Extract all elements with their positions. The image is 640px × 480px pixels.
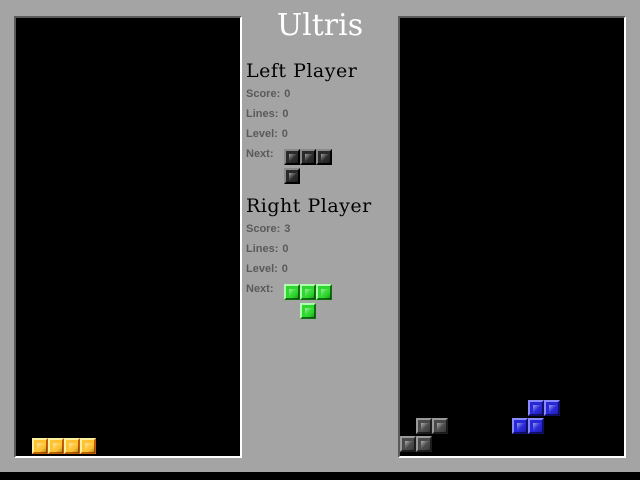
left-level: Level: 0	[246, 128, 288, 140]
left-next-block	[300, 149, 316, 165]
game-title: Ultris	[276, 8, 364, 43]
left-score: Score: 0	[246, 88, 290, 100]
right-score-label: Score:	[246, 223, 281, 235]
right-block	[544, 400, 560, 416]
right-next-block	[300, 303, 316, 319]
left-player-well	[14, 16, 242, 458]
left-next-block	[284, 149, 300, 165]
left-lines: Lines: 0	[246, 108, 289, 120]
right-lines: Lines: 0	[246, 243, 289, 255]
left-lines-value: 0	[282, 108, 289, 120]
right-block	[512, 418, 528, 434]
right-next-block	[300, 284, 316, 300]
left-level-label: Level:	[246, 128, 278, 140]
right-level-label: Level:	[246, 263, 278, 275]
left-block	[64, 438, 80, 454]
left-player-title: Left Player	[246, 60, 358, 82]
left-level-value: 0	[281, 128, 288, 140]
left-next-label: Next:	[246, 148, 274, 160]
right-block	[432, 418, 448, 434]
left-next-block	[316, 149, 332, 165]
right-level: Level: 0	[246, 263, 288, 275]
left-block	[32, 438, 48, 454]
right-player-title: Right Player	[246, 195, 372, 217]
left-lines-label: Lines:	[246, 108, 279, 120]
game-frame: Ultris Left Player Score: 0 Lines: 0 Level…	[0, 0, 640, 472]
left-score-label: Score:	[246, 88, 281, 100]
left-score-value: 0	[284, 88, 291, 100]
right-score-value: 3	[284, 223, 291, 235]
right-block	[400, 436, 416, 452]
left-block	[48, 438, 64, 454]
right-block	[416, 436, 432, 452]
right-block	[528, 400, 544, 416]
right-player-well	[398, 16, 626, 458]
right-level-value: 0	[281, 263, 288, 275]
right-block	[416, 418, 432, 434]
right-lines-value: 0	[282, 243, 289, 255]
right-block	[528, 418, 544, 434]
left-block	[80, 438, 96, 454]
right-next-block	[316, 284, 332, 300]
right-next-label: Next:	[246, 283, 274, 295]
right-next-block	[284, 284, 300, 300]
right-score: Score: 3	[246, 223, 290, 235]
right-lines-label: Lines:	[246, 243, 279, 255]
left-next-block	[284, 168, 300, 184]
